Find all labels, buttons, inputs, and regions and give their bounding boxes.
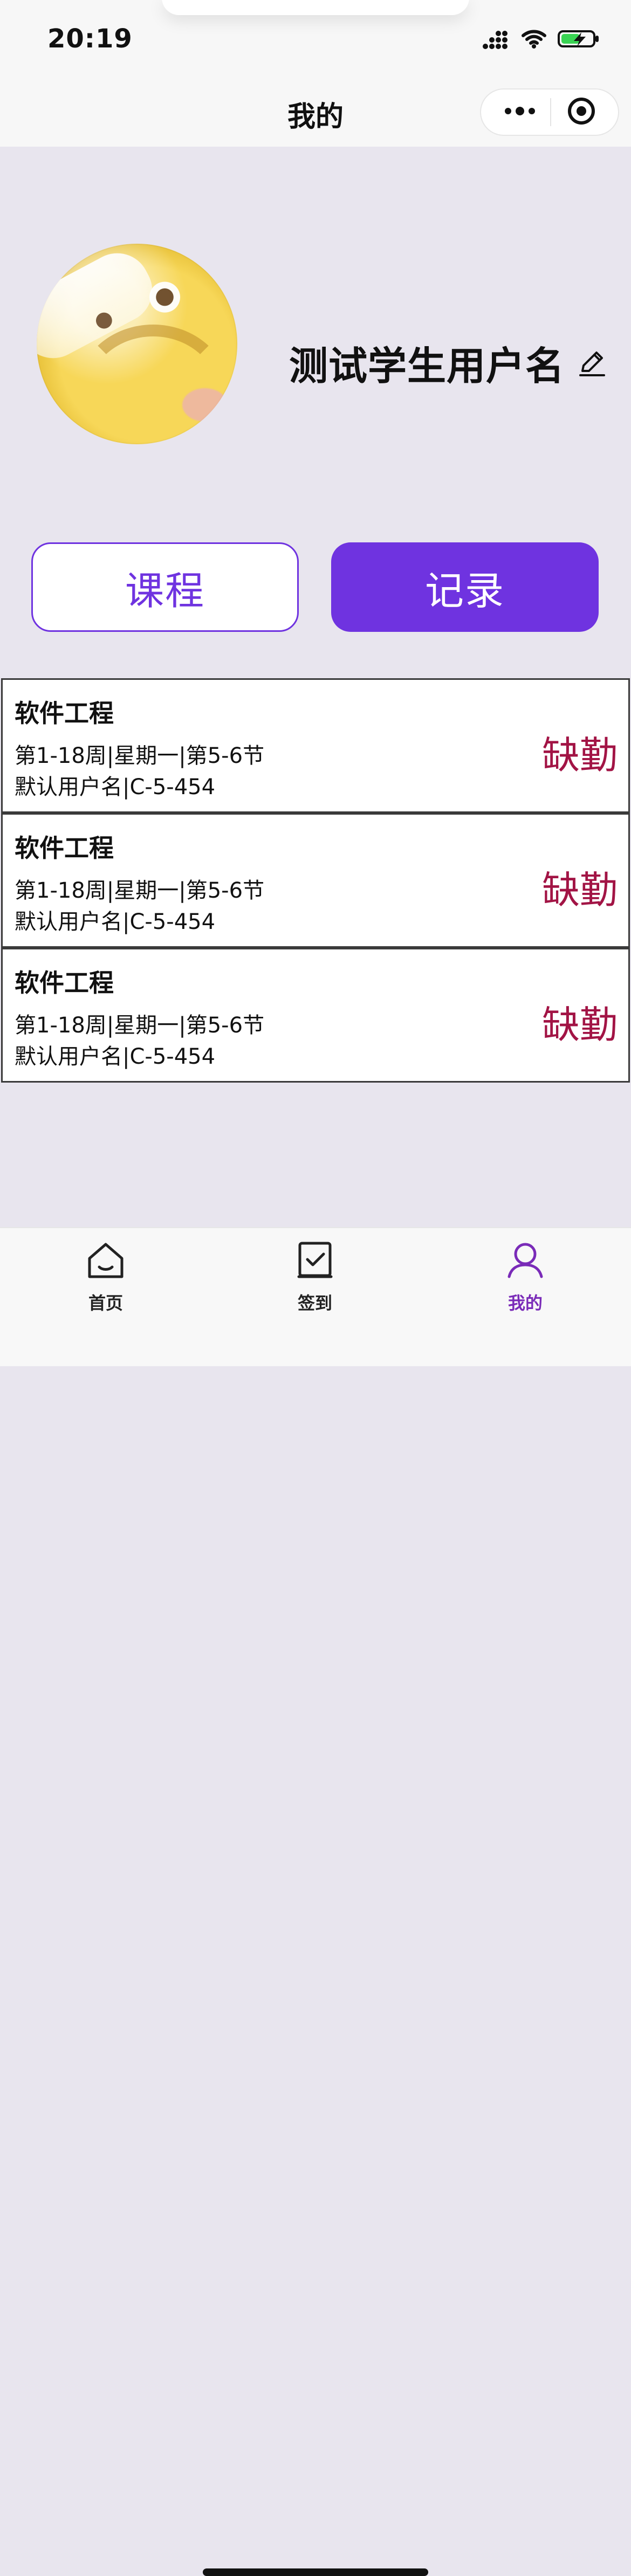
record-status: 缺勤 xyxy=(542,733,618,777)
more-dots-icon xyxy=(503,106,537,119)
checkbox-icon xyxy=(289,1238,341,1285)
close-button[interactable] xyxy=(557,88,606,136)
record-teacher-room: 默认用户名|C-5-454 xyxy=(15,910,216,934)
username: 测试学生用户名 xyxy=(289,343,565,389)
home-icon xyxy=(80,1238,132,1285)
tabbar-label: 我的 xyxy=(507,1293,543,1313)
tabbar-label: 首页 xyxy=(88,1293,123,1313)
record-course: 软件工程 xyxy=(15,834,114,863)
record-schedule: 第1-18周|星期一|第5-6节 xyxy=(15,878,265,903)
record-target-icon xyxy=(566,96,596,128)
username-row: 测试学生用户名 xyxy=(289,334,608,391)
record-schedule: 第1-18周|星期一|第5-6节 xyxy=(15,743,265,768)
record-teacher-room: 默认用户名|C-5-454 xyxy=(15,775,216,800)
bottom-tab-bar: 首页 签到 我的 xyxy=(0,1227,631,2576)
more-button[interactable] xyxy=(495,88,545,136)
tabbar-label: 签到 xyxy=(297,1293,332,1313)
record-course: 软件工程 xyxy=(15,968,114,997)
record-teacher-room: 默认用户名|C-5-454 xyxy=(15,1044,216,1069)
tabbar-item-mine[interactable]: 我的 xyxy=(461,1238,590,1330)
wifi-icon xyxy=(520,28,548,52)
tabbar-item-checkin[interactable]: 签到 xyxy=(250,1238,380,1330)
record-course: 软件工程 xyxy=(15,699,114,728)
status-time: 20:19 xyxy=(47,24,133,54)
avatar[interactable] xyxy=(37,244,237,444)
capsule-divider xyxy=(550,98,551,126)
battery-charging-icon xyxy=(558,28,601,52)
home-indicator xyxy=(203,2568,428,2576)
tabbar-item-home[interactable]: 首页 xyxy=(41,1238,170,1330)
record-card[interactable]: 软件工程 第1-18周|星期一|第5-6节 默认用户名|C-5-454 缺勤 xyxy=(1,948,630,1083)
top-bar: 20:19 我的 xyxy=(0,0,631,147)
tab-course[interactable]: 课程 xyxy=(31,542,299,632)
record-card[interactable]: 软件工程 第1-18周|星期一|第5-6节 默认用户名|C-5-454 缺勤 xyxy=(1,813,630,948)
mini-program-capsule xyxy=(480,88,619,136)
record-schedule: 第1-18周|星期一|第5-6节 xyxy=(15,1013,265,1038)
record-status: 缺勤 xyxy=(542,1003,618,1047)
record-status: 缺勤 xyxy=(542,868,618,912)
device-notch xyxy=(162,0,469,15)
avatar-cheek xyxy=(182,388,228,422)
user-icon xyxy=(499,1238,551,1285)
signal-icon xyxy=(482,28,510,52)
pencil-icon[interactable] xyxy=(573,346,608,380)
tab-record[interactable]: 记录 xyxy=(331,542,599,632)
avatar-mouth xyxy=(77,325,230,444)
record-card[interactable]: 软件工程 第1-18周|星期一|第5-6节 默认用户名|C-5-454 缺勤 xyxy=(1,678,630,813)
status-icons xyxy=(482,25,601,55)
